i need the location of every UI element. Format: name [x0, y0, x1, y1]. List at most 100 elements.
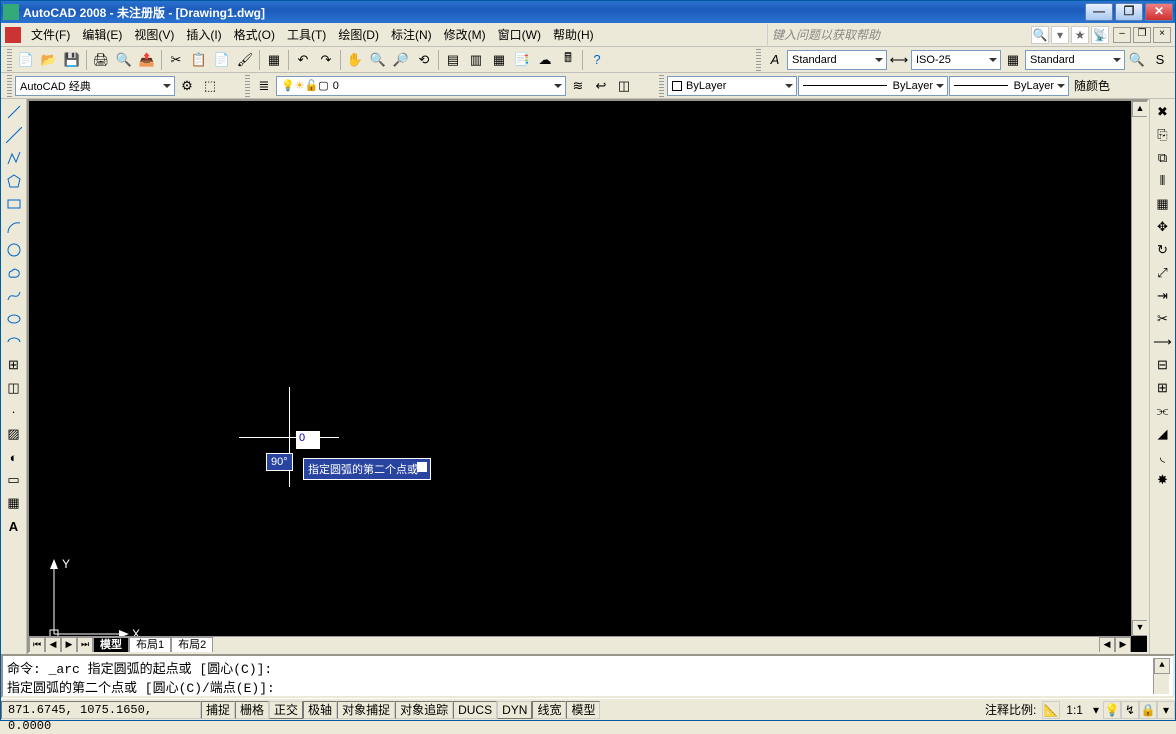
toolpalettes-button[interactable]: ▦	[488, 49, 510, 71]
new-button[interactable]: 📄	[15, 49, 37, 71]
layer-prop-manager-button[interactable]: ≣	[253, 75, 275, 97]
zoom-window-button[interactable]: 🔎	[390, 49, 412, 71]
scroll-left-button[interactable]: ◀	[1099, 637, 1115, 653]
publish-button[interactable]: 📤	[136, 49, 158, 71]
scroll-down-button[interactable]: ▼	[1132, 620, 1147, 636]
lwt-toggle[interactable]: 线宽	[532, 701, 566, 719]
properties-button[interactable]: ▤	[442, 49, 464, 71]
polyline-button[interactable]	[3, 147, 25, 169]
table-button[interactable]: ▦	[3, 492, 25, 514]
dyn-toggle[interactable]: DYN	[497, 701, 532, 719]
anno-autoscale-icon[interactable]: ↯	[1121, 701, 1139, 719]
tab-prev-button[interactable]: ◀	[45, 637, 61, 653]
snap-toggle[interactable]: 捕捉	[201, 701, 235, 719]
break-button[interactable]: ⊞	[1152, 377, 1174, 399]
help-button[interactable]: ?	[586, 49, 608, 71]
block-editor-button[interactable]: ▦	[263, 49, 285, 71]
my-workspace-button[interactable]: ⬚	[199, 75, 221, 97]
layer-iso-button[interactable]: ◫	[613, 75, 635, 97]
scroll-up-button[interactable]: ▲	[1132, 101, 1147, 117]
gradient-button[interactable]: ◐	[3, 446, 25, 468]
toolbar-grip[interactable]	[7, 75, 12, 97]
spline-button[interactable]	[3, 285, 25, 307]
workspace-dropdown[interactable]: AutoCAD 经典	[15, 76, 175, 96]
table-style-dropdown[interactable]: Standard	[1025, 50, 1125, 70]
close-button[interactable]: ✕	[1145, 3, 1173, 21]
join-button[interactable]: ⫘	[1152, 400, 1174, 422]
erase-button[interactable]: ✖	[1152, 101, 1174, 123]
dyn-input[interactable]: 0	[296, 431, 320, 449]
sheetset-button[interactable]: 📑	[511, 49, 533, 71]
quickcalc-button[interactable]: 🖩	[557, 49, 579, 71]
mdi-minimize-button[interactable]: –	[1113, 27, 1131, 43]
cmd-scroll-up[interactable]: ▲	[1154, 658, 1170, 674]
tab-next-button[interactable]: ▶	[61, 637, 77, 653]
explode-button[interactable]: ✸	[1152, 469, 1174, 491]
mtext-button[interactable]: A	[3, 515, 25, 537]
menu-insert[interactable]: 插入(I)	[180, 24, 227, 45]
redo-button[interactable]: ↷	[315, 49, 337, 71]
menu-file[interactable]: 文件(F)	[25, 24, 76, 45]
ortho-toggle[interactable]: 正交	[269, 701, 303, 719]
rectangle-button[interactable]	[3, 193, 25, 215]
menu-format[interactable]: 格式(O)	[228, 24, 281, 45]
layer-previous-button[interactable]: ↩	[590, 75, 612, 97]
zoom-previous-button[interactable]: ⟲	[413, 49, 435, 71]
make-block-button[interactable]: ◫	[3, 377, 25, 399]
match-prop-button[interactable]: 🖌	[234, 49, 256, 71]
tab-layout2[interactable]: 布局2	[171, 637, 213, 653]
otrack-toggle[interactable]: 对象追踪	[395, 701, 453, 719]
pan-button[interactable]: ✋	[344, 49, 366, 71]
mdi-restore-button[interactable]: ❐	[1133, 27, 1151, 43]
mdi-close-button[interactable]: ×	[1153, 27, 1171, 43]
mirror-button[interactable]: ⧉	[1152, 147, 1174, 169]
dropdown-icon[interactable]: ▾	[1051, 26, 1069, 44]
stretch-button[interactable]: ⇥	[1152, 285, 1174, 307]
scroll-right-button[interactable]: ▶	[1115, 637, 1131, 653]
tab-last-button[interactable]: ⏭	[77, 637, 93, 653]
paste-button[interactable]: 📄	[211, 49, 233, 71]
grid-toggle[interactable]: 栅格	[235, 701, 269, 719]
lock-icon[interactable]: 🔒	[1139, 701, 1157, 719]
toolbar-grip[interactable]	[245, 75, 250, 97]
search-icon[interactable]: 🔍	[1031, 26, 1049, 44]
ellipse-arc-button[interactable]	[3, 331, 25, 353]
insert-block-button[interactable]: ⊞	[3, 354, 25, 376]
linetype-dropdown[interactable]: ByLayer	[798, 76, 948, 96]
cut-button[interactable]: ✂	[165, 49, 187, 71]
workspace-settings-button[interactable]: ⚙	[176, 75, 198, 97]
menu-edit[interactable]: 编辑(E)	[76, 24, 128, 45]
menu-draw[interactable]: 绘图(D)	[332, 24, 385, 45]
statusbar-menu-icon[interactable]: ▾	[1157, 701, 1175, 719]
line-button[interactable]	[3, 101, 25, 123]
model-toggle[interactable]: 模型	[566, 701, 600, 719]
menu-modify[interactable]: 修改(M)	[438, 24, 492, 45]
save-button[interactable]: 💾	[61, 49, 83, 71]
coord-readout[interactable]: 871.6745, 1075.1650, 0.0000	[1, 701, 201, 719]
markup-button[interactable]: ☁	[534, 49, 556, 71]
maximize-button[interactable]: ❐	[1115, 3, 1143, 21]
hatch-button[interactable]: ▨	[3, 423, 25, 445]
anno-scale-icon[interactable]: 📐	[1042, 701, 1060, 719]
toolbar-grip[interactable]	[756, 49, 761, 71]
ducs-toggle[interactable]: DUCS	[453, 701, 497, 719]
tab-first-button[interactable]: ⏮	[29, 637, 45, 653]
copy-button[interactable]: 📋	[188, 49, 210, 71]
menu-help[interactable]: 帮助(H)	[547, 24, 600, 45]
copy-obj-button[interactable]: ⎘	[1152, 124, 1174, 146]
chamfer-button[interactable]: ◢	[1152, 423, 1174, 445]
text-style-dropdown[interactable]: Standard	[787, 50, 887, 70]
multileader-style-icon[interactable]: 🔍	[1126, 49, 1148, 71]
color-dropdown[interactable]: ByLayer	[667, 76, 797, 96]
help-search-input[interactable]: 键入问题以获取帮助	[767, 24, 1027, 45]
osnap-toggle[interactable]: 对象捕捉	[337, 701, 395, 719]
region-button[interactable]: ▭	[3, 469, 25, 491]
tab-layout1[interactable]: 布局1	[129, 637, 171, 653]
tab-model[interactable]: 模型	[93, 637, 129, 653]
polar-toggle[interactable]: 极轴	[303, 701, 337, 719]
menu-tools[interactable]: 工具(T)	[281, 24, 332, 45]
lineweight-dropdown[interactable]: ByLayer	[949, 76, 1069, 96]
arc-button[interactable]	[3, 216, 25, 238]
extend-button[interactable]: ⟶	[1152, 331, 1174, 353]
point-button[interactable]: ·	[3, 400, 25, 422]
